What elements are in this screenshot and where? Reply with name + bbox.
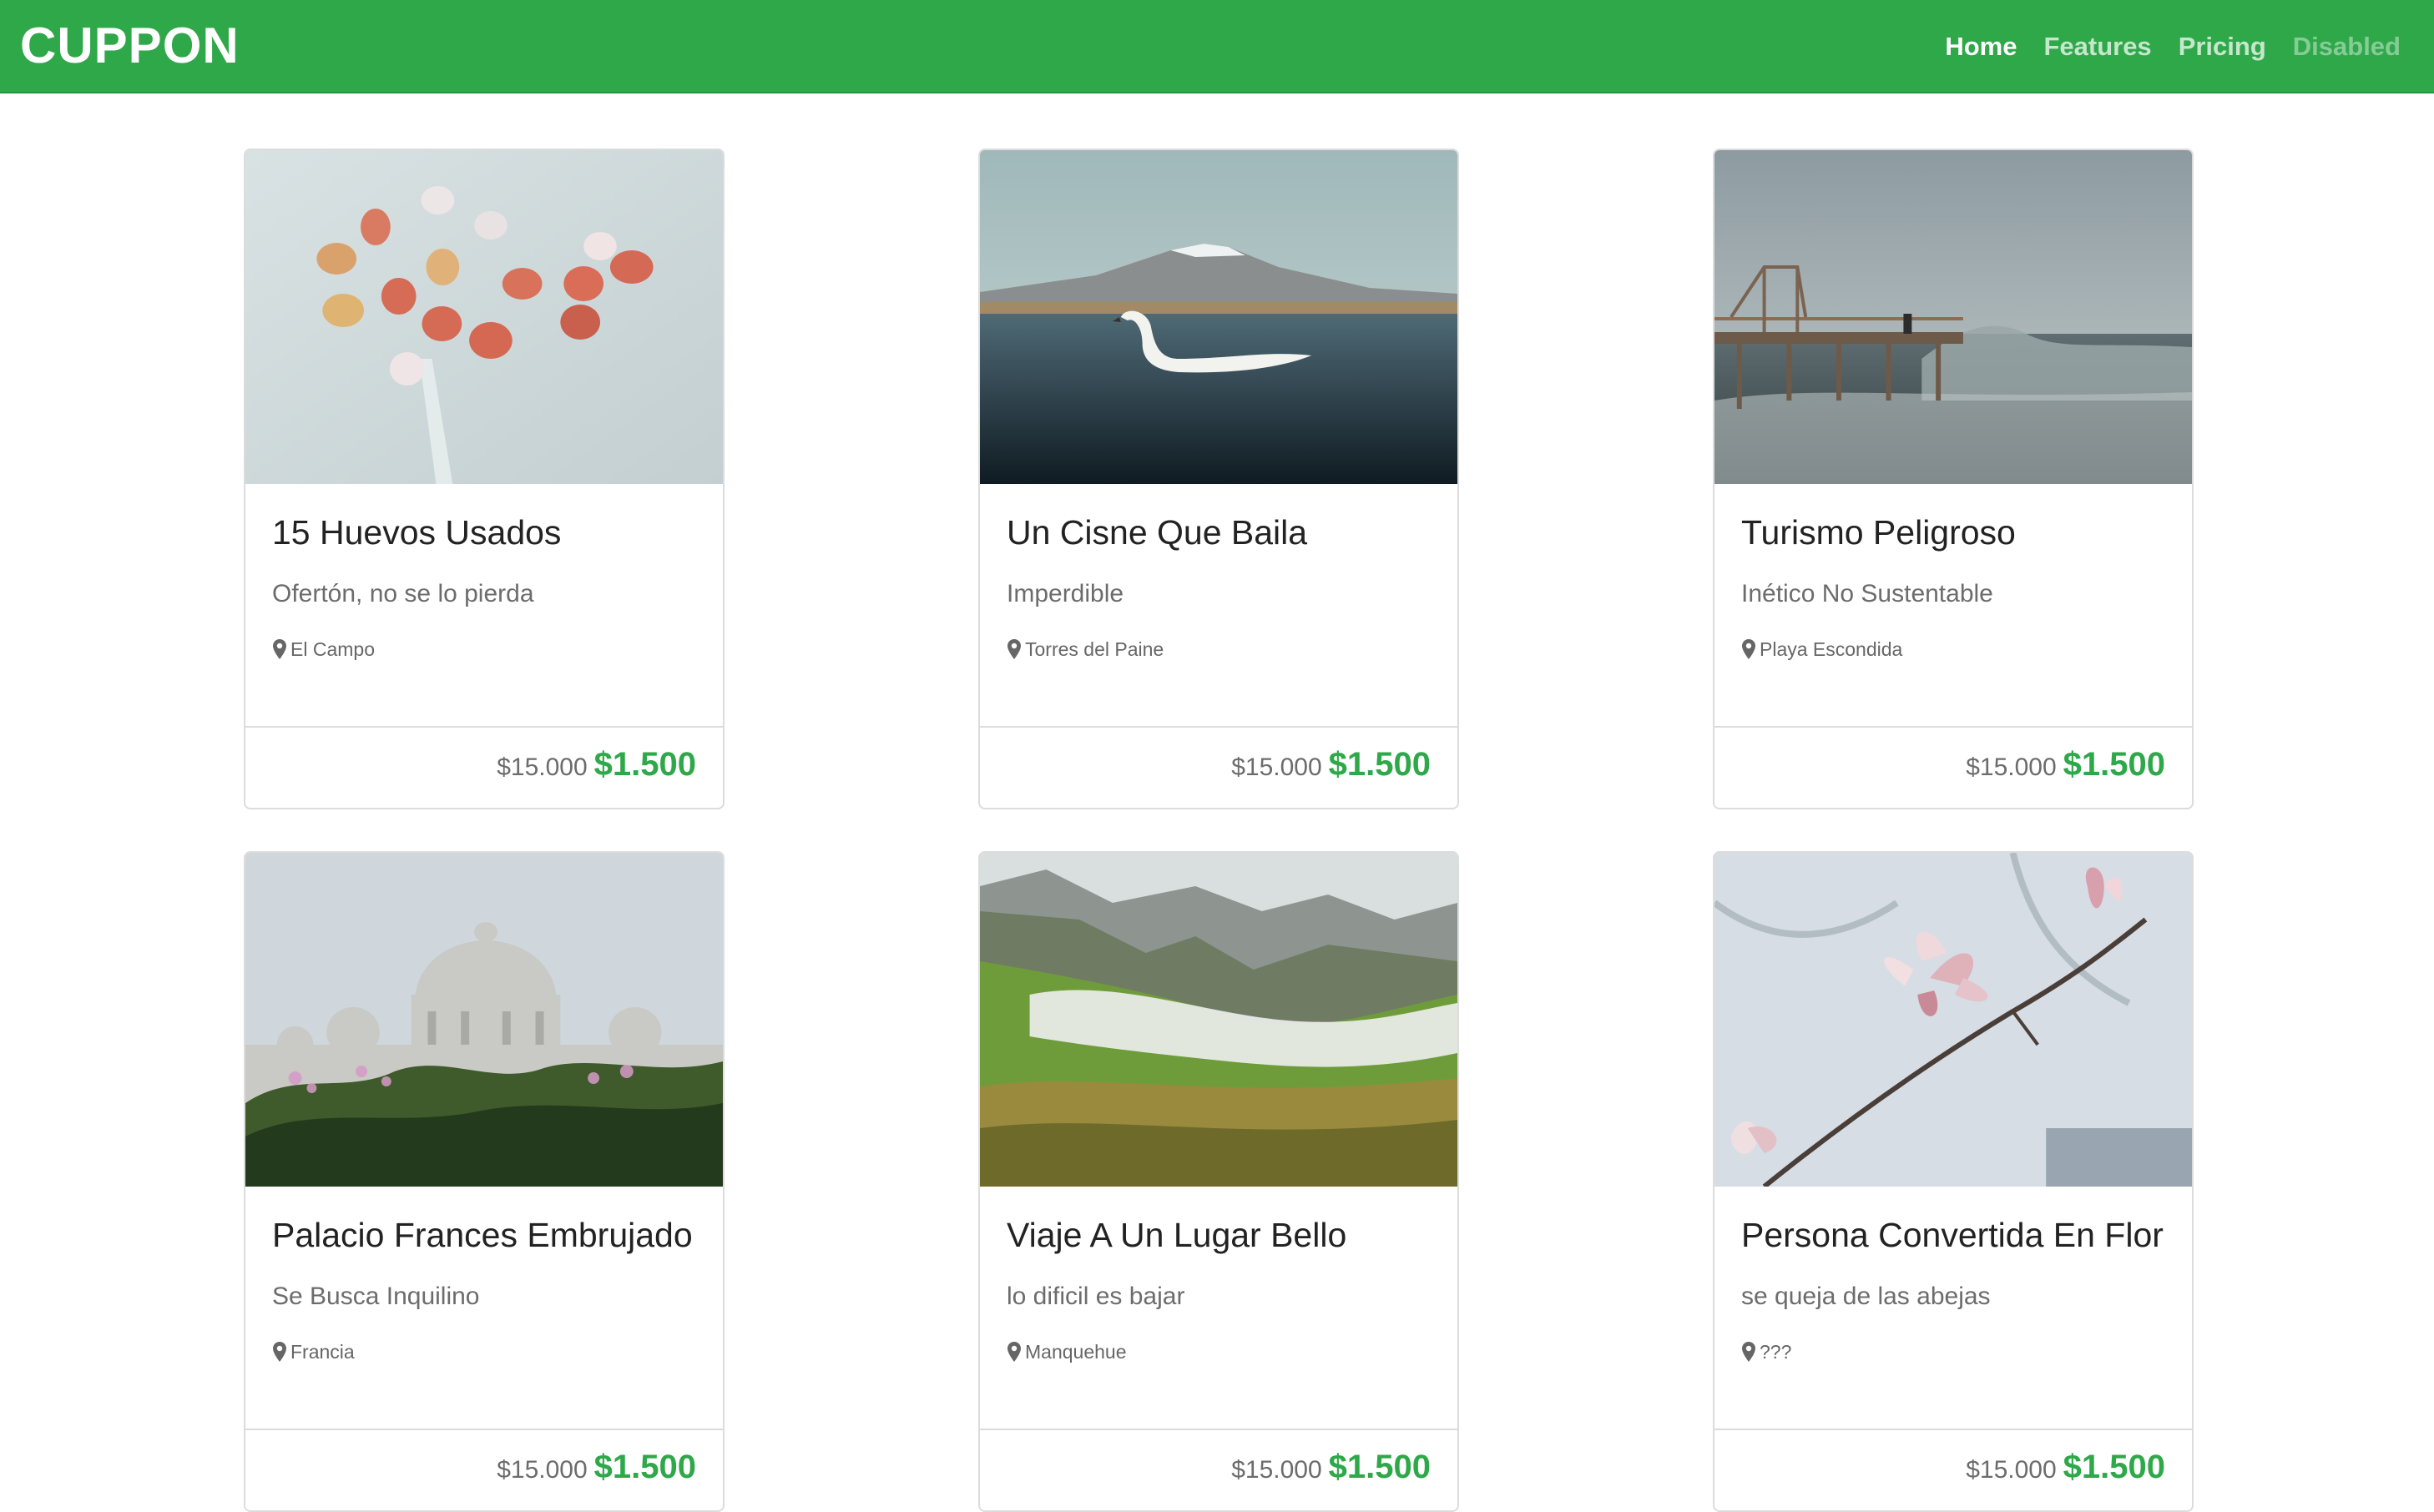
pier-waves-photo <box>1714 150 2192 484</box>
discount-price: $1.500 <box>2063 746 2165 783</box>
card-location: Torres del Paine <box>1007 636 1164 663</box>
card-location-text: ??? <box>1760 1341 1792 1363</box>
card-footer: $15.000 $1.500 <box>245 1429 723 1510</box>
original-price: $15.000 <box>1231 1456 1322 1484</box>
card-image-eggs[interactable] <box>245 150 723 484</box>
mountain-valley-photo <box>980 853 1457 1187</box>
swan-lake-photo <box>980 150 1457 484</box>
card-title: Persona Convertida En Flor <box>1741 1216 2164 1254</box>
discount-price: $1.500 <box>1328 746 1431 783</box>
price-block: $15.000 $1.500 <box>497 1449 696 1486</box>
card-location-text: Manquehue <box>1025 1341 1127 1363</box>
discount-price: $1.500 <box>1328 1449 1431 1485</box>
original-price: $15.000 <box>1966 1456 2057 1484</box>
map-marker-icon <box>272 638 287 660</box>
coupon-card[interactable]: Palacio Frances Embrujado Se Busca Inqui… <box>244 851 725 1512</box>
card-location: Francia <box>272 1338 355 1365</box>
nav-links: Home Features Pricing Disabled <box>1945 30 2401 63</box>
card-subtitle: Ofertón, no se lo pierda <box>272 580 534 607</box>
coupon-card[interactable]: Turismo Peligroso Inético No Sustentable… <box>1713 149 2194 809</box>
card-footer: $15.000 $1.500 <box>1714 726 2192 808</box>
card-location-text: Playa Escondida <box>1760 638 1903 660</box>
brand-logo[interactable]: CUPPON <box>20 17 240 75</box>
card-subtitle: Imperdible <box>1007 580 1124 607</box>
original-price: $15.000 <box>497 1456 588 1484</box>
card-footer: $15.000 $1.500 <box>980 726 1457 808</box>
map-marker-icon <box>1741 1341 1756 1363</box>
card-location: ??? <box>1741 1338 1791 1365</box>
nav-link-features[interactable]: Features <box>2043 30 2151 63</box>
nav-link-pricing[interactable]: Pricing <box>2179 30 2266 63</box>
map-marker-icon <box>1741 638 1756 660</box>
nav-link-disabled: Disabled <box>2292 32 2401 61</box>
card-title: Un Cisne Que Baila <box>1007 513 1308 552</box>
top-navbar: CUPPON Home Features Pricing Disabled <box>0 0 2434 93</box>
card-location: El Campo <box>272 636 375 663</box>
discount-price: $1.500 <box>2063 1449 2165 1485</box>
card-title: Viaje A Un Lugar Bello <box>1007 1216 1347 1254</box>
discount-price: $1.500 <box>593 1449 696 1485</box>
speckled-eggs-photo <box>245 150 723 484</box>
coupon-card[interactable]: Un Cisne Que Baila Imperdible Torres del… <box>978 149 1459 809</box>
card-title: Turismo Peligroso <box>1741 513 2016 552</box>
original-price: $15.000 <box>497 753 588 781</box>
card-footer: $15.000 $1.500 <box>980 1429 1457 1510</box>
card-footer: $15.000 $1.500 <box>1714 1429 2192 1510</box>
card-subtitle: se queja de las abejas <box>1741 1283 1991 1310</box>
nav-link-home[interactable]: Home <box>1945 30 2017 63</box>
price-block: $15.000 $1.500 <box>497 746 696 784</box>
price-block: $15.000 $1.500 <box>1231 1449 1431 1486</box>
price-block: $15.000 $1.500 <box>1966 746 2165 784</box>
magnolia-flower-photo <box>1714 853 2192 1187</box>
price-block: $15.000 $1.500 <box>1966 1449 2165 1486</box>
map-marker-icon <box>1007 638 1022 660</box>
original-price: $15.000 <box>1231 753 1322 781</box>
card-location-text: Torres del Paine <box>1025 638 1164 660</box>
card-location: Playa Escondida <box>1741 636 1902 663</box>
card-image-swan[interactable] <box>980 150 1457 484</box>
card-image-mountain[interactable] <box>980 853 1457 1187</box>
discount-price: $1.500 <box>593 746 696 783</box>
map-marker-icon <box>1007 1341 1022 1363</box>
card-image-pier[interactable] <box>1714 150 2192 484</box>
card-image-basilica[interactable] <box>245 853 723 1187</box>
basilica-photo <box>245 853 723 1187</box>
card-subtitle: Se Busca Inquilino <box>272 1283 480 1310</box>
coupon-card[interactable]: Viaje A Un Lugar Bello lo dificil es baj… <box>978 851 1459 1512</box>
card-location: Manquehue <box>1007 1338 1127 1365</box>
original-price: $15.000 <box>1966 753 2057 781</box>
card-location-text: Francia <box>290 1341 355 1363</box>
price-block: $15.000 $1.500 <box>1231 746 1431 784</box>
map-marker-icon <box>272 1341 287 1363</box>
card-title: Palacio Frances Embrujado <box>272 1216 693 1254</box>
card-image-magnolia[interactable] <box>1714 853 2192 1187</box>
card-title: 15 Huevos Usados <box>272 513 562 552</box>
card-footer: $15.000 $1.500 <box>245 726 723 808</box>
card-subtitle: lo dificil es bajar <box>1007 1283 1185 1310</box>
card-subtitle: Inético No Sustentable <box>1741 580 1993 607</box>
coupon-card[interactable]: Persona Convertida En Flor se queja de l… <box>1713 851 2194 1512</box>
coupon-card[interactable]: 15 Huevos Usados Ofertón, no se lo pierd… <box>244 149 725 809</box>
card-location-text: El Campo <box>290 638 375 660</box>
